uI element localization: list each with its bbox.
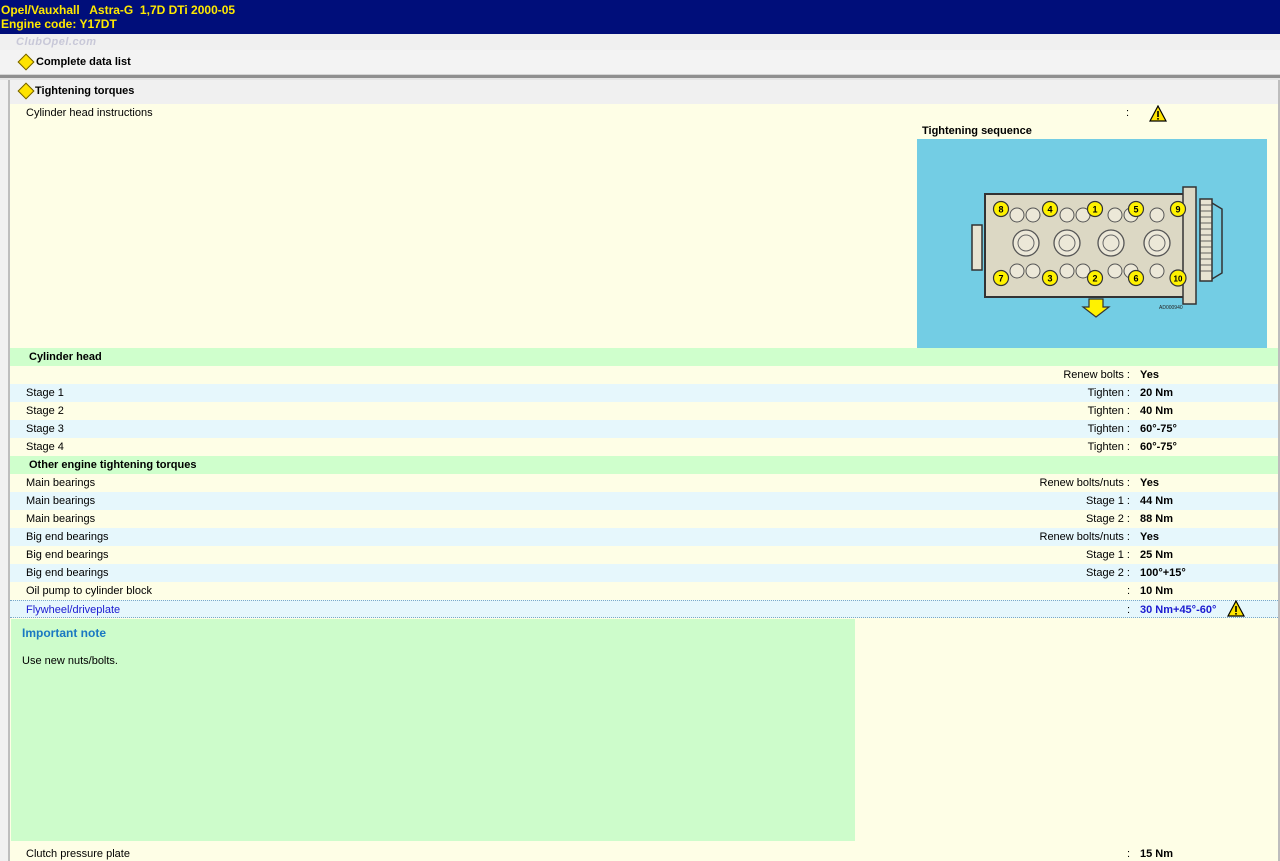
bolt-number: 1 [1092,205,1097,215]
row-label: Cylinder head instructions [26,107,153,119]
row-label: Clutch pressure plate [26,848,130,860]
row-label: Stage 2 [26,405,64,417]
complete-data-list-bar[interactable]: Complete data list [0,50,1280,75]
data-row: Stage 3 Tighten : 60°-75° [10,420,1278,438]
row-value: 40 Nm [1140,405,1174,417]
row-value: 10 Nm [1140,585,1174,597]
section-header: Cylinder head [10,348,1278,366]
row-value: 60°-75° [1140,423,1177,435]
important-note-box: Important note Use new nuts/bolts. [11,619,855,841]
vehicle-title: Opel/Vauxhall Astra-G 1,7D DTi 2000-05 [1,3,236,17]
data-row: Stage 1 Tighten : 20 Nm [10,384,1278,402]
bolt-number: 5 [1133,205,1138,215]
tightening-torques-heading[interactable]: Tightening torques [35,85,134,97]
diagram-code: AD000940 [1159,305,1183,311]
data-row: Big end bearings Renew bolts/nuts : Yes [10,528,1278,546]
row-label: Big end bearings [26,549,109,561]
flywheel-row[interactable]: Flywheel/driveplate : 30 Nm+45°-60° [10,600,1278,618]
bolt-number: 10 [1174,275,1183,284]
content-panel: Cylinder head instructions : Tightening … [10,104,1278,861]
row-label: Oil pump to cylinder block [26,585,152,597]
row-label: Main bearings [26,477,96,489]
bolt-number: 2 [1092,274,1097,284]
data-row: Stage 4 Tighten : 60°-75° [10,438,1278,456]
warning-icon[interactable] [1149,105,1167,122]
row-key: Tighten : [1087,387,1130,399]
important-note-text: Use new nuts/bolts. [22,655,118,667]
data-row: Main bearings Stage 1 : 44 Nm [10,492,1278,510]
section-header: Other engine tightening torques [10,456,1278,474]
row-label: Main bearings [26,513,96,525]
row-label: Big end bearings [26,531,109,543]
bolt-number: 8 [998,205,1003,215]
data-row: Clutch pressure plate : 15 Nm [10,845,1278,861]
bolt-number: 9 [1175,205,1180,215]
flywheel-link[interactable]: Flywheel/driveplate [26,604,120,616]
row-label: Main bearings [26,495,96,507]
row-key: Renew bolts/nuts : [1039,531,1131,543]
row-key: Tighten : [1087,405,1130,417]
cylinder-head-instructions-row: Cylinder head instructions : [10,104,1278,122]
row-value: 60°-75° [1140,441,1177,453]
row-key: : [1126,585,1130,597]
cylinder-head-drawing: 8 4 1 5 9 7 3 2 6 10 AD000940 [971,186,1223,318]
row-key: Stage 2 : [1085,567,1130,579]
row-value: 44 Nm [1140,495,1174,507]
row-key: Renew bolts/nuts : [1039,477,1131,489]
tightening-torques-bar[interactable]: Tightening torques [10,80,1278,103]
row-value: 15 Nm [1140,848,1174,860]
warning-icon[interactable] [1227,600,1245,617]
data-row: Big end bearings Stage 1 : 25 Nm [10,546,1278,564]
row-label: Stage 1 [26,387,64,399]
row-key: : [1126,848,1130,860]
title-bar: Opel/Vauxhall Astra-G 1,7D DTi 2000-05 E… [0,0,1280,34]
bolt-number: 4 [1047,205,1052,215]
row-value[interactable]: 30 Nm+45°-60° [1140,604,1216,616]
diagram-title: Tightening sequence [922,125,1032,137]
row-value: 20 Nm [1140,387,1174,399]
data-row: Renew bolts : Yes [10,366,1278,384]
row-label: Stage 3 [26,423,64,435]
row-key: Renew bolts : [1063,369,1130,381]
bolt-number: 3 [1047,274,1052,284]
row-key: Tighten : [1087,423,1130,435]
row-value: 88 Nm [1140,513,1174,525]
important-note-title: Important note [22,626,106,640]
row-key: Stage 2 : [1085,513,1130,525]
section-title: Cylinder head [29,351,102,363]
data-row: Main bearings Renew bolts/nuts : Yes [10,474,1278,492]
arrow-down-icon [1081,298,1111,318]
row-label: Stage 4 [26,441,64,453]
complete-data-list-link[interactable]: Complete data list [36,56,131,68]
row-label: Big end bearings [26,567,109,579]
row-value: Yes [1140,531,1159,543]
row-value: 100°+15° [1140,567,1186,579]
engine-code: Engine code: Y17DT [1,17,117,31]
row-value: 25 Nm [1140,549,1174,561]
row-key: Tighten : [1087,441,1130,453]
row-value: Yes [1140,369,1159,381]
row-key: : [1126,604,1130,616]
diamond-arrow-icon [17,82,35,100]
data-row: Oil pump to cylinder block : 10 Nm [10,582,1278,600]
diamond-arrow-icon [17,53,35,71]
row-value: Yes [1140,477,1159,489]
data-row: Stage 2 Tighten : 40 Nm [10,402,1278,420]
tightening-sequence-diagram: 8 4 1 5 9 7 3 2 6 10 AD000940 [917,139,1267,348]
data-row: Main bearings Stage 2 : 88 Nm [10,510,1278,528]
section-title: Other engine tightening torques [29,459,197,471]
bolt-number: 7 [998,274,1003,284]
watermark: ClubOpel.com [16,36,97,48]
data-row: Big end bearings Stage 2 : 100°+15° [10,564,1278,582]
row-key: Stage 1 : [1085,495,1130,507]
row-colon: : [1126,107,1130,119]
bolt-number: 6 [1133,274,1138,284]
row-key: Stage 1 : [1085,549,1130,561]
